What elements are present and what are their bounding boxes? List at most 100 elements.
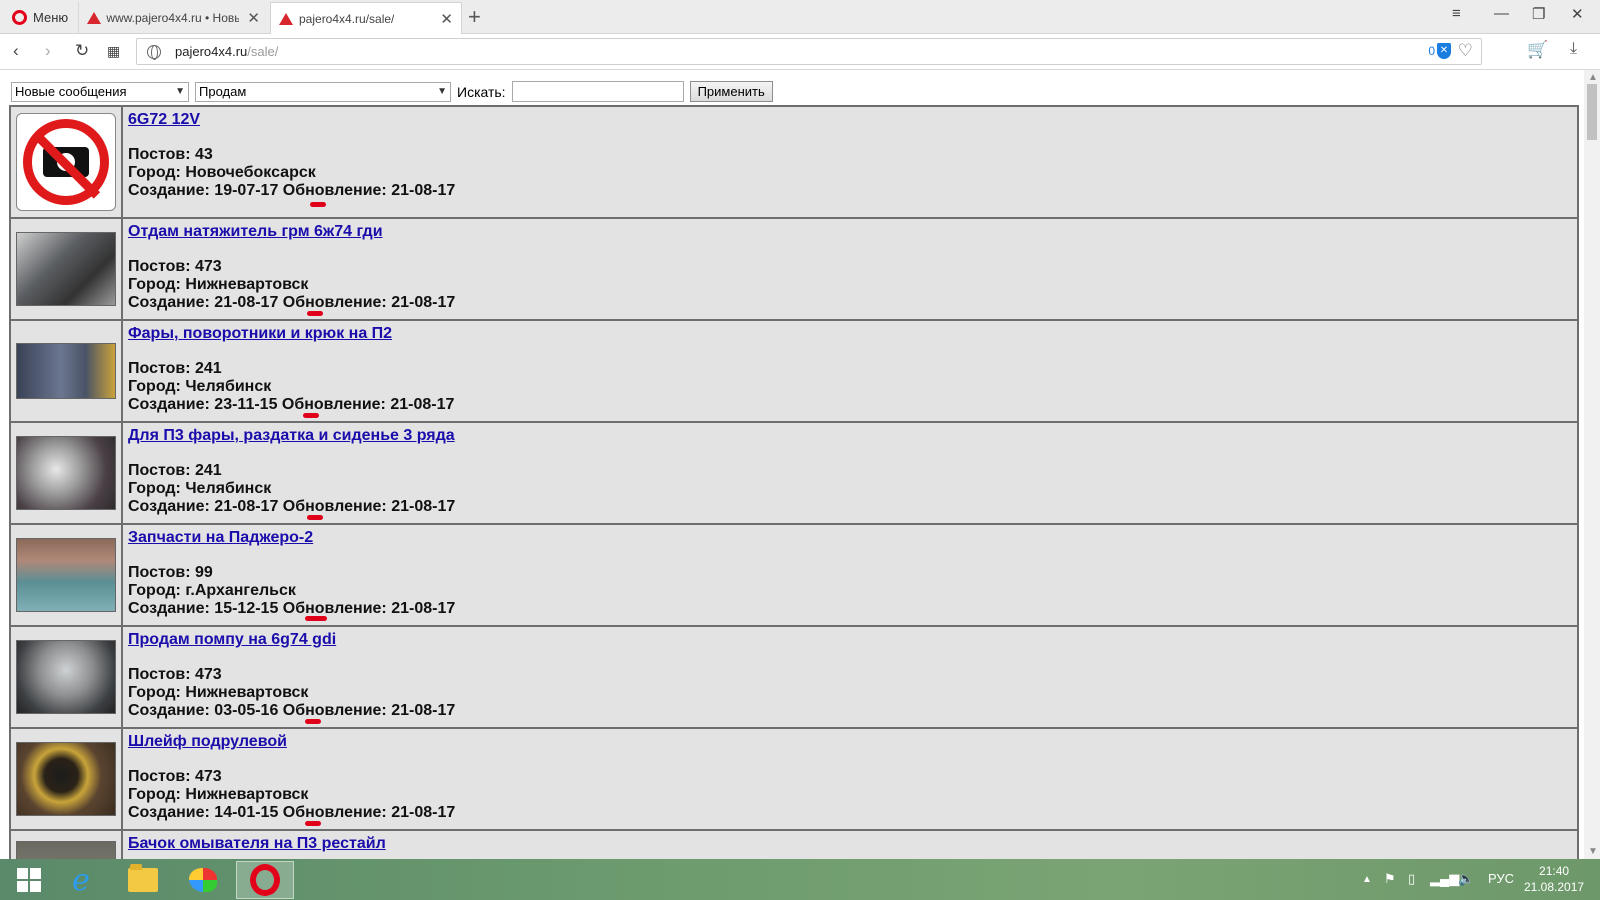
tab-title: pajero4x4.ru/sale/: [299, 12, 395, 26]
table-row: Бачок омывателя на П3 рестайл: [11, 831, 1577, 859]
listing-city: Город: Челябинск: [128, 480, 272, 497]
thumbnail-cell: [11, 423, 123, 523]
search-input[interactable]: [511, 81, 684, 102]
listing-title-link[interactable]: Отдам натяжитель грм 6ж74 гди: [128, 223, 455, 241]
speed-dial-icon[interactable]: ▦: [107, 43, 120, 60]
listing-info: Запчасти на Паджеро-2 Постов: 99 Город: …: [123, 525, 460, 625]
download-icon[interactable]: ⤓: [1570, 40, 1577, 58]
scroll-down-icon[interactable]: ▼: [1588, 846, 1598, 857]
mitsubishi-favicon-icon: [279, 13, 293, 25]
red-underline-mark: [305, 719, 321, 724]
forward-button[interactable]: ›: [45, 41, 51, 61]
listing-city: Город: Нижневартовск: [128, 786, 309, 803]
battery-icon[interactable]: ▯: [1408, 871, 1415, 887]
search-label: Искать:: [457, 83, 506, 100]
language-indicator[interactable]: РУС: [1488, 871, 1514, 886]
type-select[interactable]: Продам ▼: [195, 81, 451, 102]
listing-city: Город: Новочебоксарск: [128, 164, 316, 181]
listing-title-link[interactable]: Шлейф подрулевой: [128, 733, 455, 751]
scroll-thumb[interactable]: [1587, 84, 1597, 140]
adblock-count: 0: [1428, 44, 1435, 58]
listing-dates: Создание: 14-01-15 Обновление: 21-08-17: [128, 804, 456, 821]
reload-button[interactable]: ↻: [75, 41, 89, 61]
listing-dates: Создание: 15-12-15 Обновление: 21-08-17: [128, 600, 456, 617]
listing-posts: Постов: 43: [128, 146, 213, 163]
listing-photo[interactable]: [16, 640, 116, 714]
listing-photo[interactable]: [16, 742, 116, 816]
back-button[interactable]: ‹: [13, 41, 19, 61]
flag-icon[interactable]: ⚑: [1384, 871, 1396, 887]
thumbnail-cell: [11, 831, 123, 859]
opera-icon: [250, 864, 280, 896]
url-field[interactable]: pajero4x4.ru /sale/ 0 ✕ ♡: [136, 38, 1482, 65]
scroll-up-icon[interactable]: ▲: [1588, 72, 1598, 83]
listing-dates: Создание: 21-08-17 Обновление: 21-08-17: [128, 294, 456, 311]
close-tab-icon[interactable]: ✕: [239, 9, 260, 27]
clock-date: 21.08.2017: [1524, 880, 1585, 894]
listing-photo[interactable]: [16, 841, 116, 859]
system-clock[interactable]: 21:40 21.08.2017: [1524, 863, 1584, 895]
listing-dates: Создание: 19-07-17 Обновление: 21-08-17: [128, 182, 456, 199]
listing-city: Город: г.Архангельск: [128, 582, 296, 599]
menu-label: Меню: [33, 9, 69, 25]
listing-city: Город: Челябинск: [128, 378, 272, 395]
table-row: 6G72 12V Постов: 43 Город: Новочебоксарс…: [11, 107, 1577, 219]
tab-forum[interactable]: www.pajero4x4.ru • Новые ✕: [78, 2, 268, 34]
listing-title-link[interactable]: Фары, поворотники и крюк на П2: [128, 325, 454, 343]
adblock-counter[interactable]: 0 ✕: [1428, 43, 1451, 59]
page-scrollbar[interactable]: ▲ ▼: [1584, 70, 1600, 859]
tab-sale[interactable]: pajero4x4.ru/sale/ ✕: [270, 2, 462, 35]
table-row: Для П3 фары, раздатка и сиденье 3 ряда П…: [11, 423, 1577, 525]
table-row: Продам помпу на 6g74 gdi Постов: 473 Гор…: [11, 627, 1577, 729]
taskbar-file-explorer[interactable]: [114, 861, 172, 899]
listing-title-link[interactable]: Бачок омывателя на П3 рестайл: [128, 835, 386, 853]
shopping-cart-icon[interactable]: 🛒: [1527, 40, 1548, 60]
listing-posts: Постов: 99: [128, 564, 213, 581]
minimize-button[interactable]: —: [1494, 5, 1509, 22]
restore-button[interactable]: ❐: [1532, 5, 1545, 23]
taskbar-paint[interactable]: [174, 861, 232, 899]
listing-title-link[interactable]: Запчасти на Паджеро-2: [128, 529, 455, 547]
tab-menu-icon[interactable]: ≡: [1452, 5, 1461, 22]
tray-expand-icon[interactable]: ▲: [1362, 874, 1372, 885]
category-select[interactable]: Новые сообщения ▼: [11, 81, 189, 102]
thumbnail-cell: [11, 219, 123, 319]
new-tab-button[interactable]: +: [468, 4, 481, 30]
table-row: Отдам натяжитель грм 6ж74 гди Постов: 47…: [11, 219, 1577, 321]
listing-posts: Постов: 241: [128, 360, 222, 377]
listing-dates: Создание: 21-08-17 Обновление: 21-08-17: [128, 498, 456, 515]
no-photo-icon[interactable]: [16, 113, 116, 211]
listing-photo[interactable]: [16, 232, 116, 306]
listing-photo[interactable]: [16, 343, 116, 399]
taskbar-opera[interactable]: [236, 861, 294, 899]
start-button[interactable]: [0, 861, 58, 899]
listing-info: Продам помпу на 6g74 gdi Постов: 473 Гор…: [123, 627, 460, 727]
network-signal-icon[interactable]: ▂▄▆: [1430, 871, 1459, 887]
close-tab-icon[interactable]: ✕: [432, 10, 453, 28]
type-select-value: Продам: [199, 84, 247, 99]
volume-icon[interactable]: 🔈: [1458, 871, 1474, 887]
thumbnail-cell: [11, 729, 123, 829]
taskbar-internet-explorer[interactable]: e: [52, 861, 110, 899]
thumbnail-cell: [11, 525, 123, 625]
listing-title-link[interactable]: 6G72 12V: [128, 111, 455, 129]
close-window-button[interactable]: ✕: [1571, 5, 1584, 23]
listing-info: Шлейф подрулевой Постов: 473 Город: Нижн…: [123, 729, 460, 829]
opera-menu-button[interactable]: Меню: [6, 6, 74, 28]
listing-info: Фары, поворотники и крюк на П2 Постов: 2…: [123, 321, 459, 421]
listing-title-link[interactable]: Для П3 фары, раздатка и сиденье 3 ряда: [128, 427, 455, 445]
listing-photo[interactable]: [16, 436, 116, 510]
listing-info: Отдам натяжитель грм 6ж74 гди Постов: 47…: [123, 219, 460, 319]
folder-icon: [128, 864, 158, 892]
thumbnail-cell: [11, 321, 123, 421]
red-underline-mark: [310, 202, 326, 207]
red-underline-mark: [303, 413, 319, 418]
listing-title-link[interactable]: Продам помпу на 6g74 gdi: [128, 631, 455, 649]
listing-info: 6G72 12V Постов: 43 Город: Новочебоксарс…: [123, 107, 460, 217]
listing-photo[interactable]: [16, 538, 116, 612]
category-select-value: Новые сообщения: [15, 84, 127, 99]
bookmark-heart-icon[interactable]: ♡: [1458, 41, 1473, 61]
listing-posts: Постов: 473: [128, 258, 222, 275]
apply-button[interactable]: Применить: [689, 81, 773, 102]
red-underline-mark: [305, 821, 321, 826]
